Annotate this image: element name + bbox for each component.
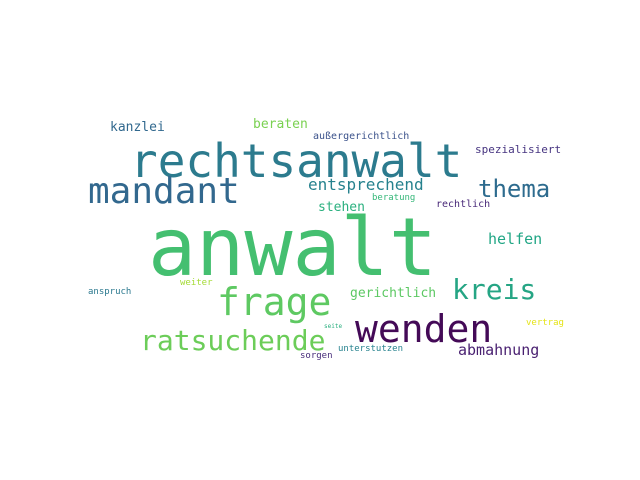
word-kanzlei: kanzlei <box>110 120 165 135</box>
word-beratung: beratung <box>372 193 416 203</box>
word-entsprechend: entsprechend <box>308 175 424 194</box>
word-ratsuchende: ratsuchende <box>140 324 326 357</box>
word-aussergerichtlich: außergerichtlich <box>313 131 410 142</box>
word-abmahnung: abmahnung <box>458 341 540 359</box>
word-frage: frage <box>217 280 332 324</box>
word-thema: thema <box>478 175 551 203</box>
word-anwalt: anwalt <box>148 201 437 294</box>
word-cloud: anwalt rechtsanwalt mandant frage wenden… <box>0 0 640 480</box>
word-mandant: mandant <box>88 171 240 212</box>
word-helfen: helfen <box>488 230 543 248</box>
word-rechtlich: rechtlich <box>436 199 491 210</box>
word-stehen: stehen <box>318 200 365 215</box>
word-anspruch: anspruch <box>88 287 132 297</box>
word-unterstutzen: unterstutzen <box>338 344 404 354</box>
word-sorgen: sorgen <box>300 351 333 361</box>
word-weiter: weiter <box>180 278 213 288</box>
word-beraten: beraten <box>253 117 308 132</box>
word-vertrag: vertrag <box>526 318 564 328</box>
word-spezialisiert: spezialisiert <box>475 143 562 156</box>
word-gerichtlich: gerichtlich <box>350 286 437 301</box>
word-kreis: kreis <box>452 273 537 306</box>
word-seite: seite <box>324 323 343 330</box>
